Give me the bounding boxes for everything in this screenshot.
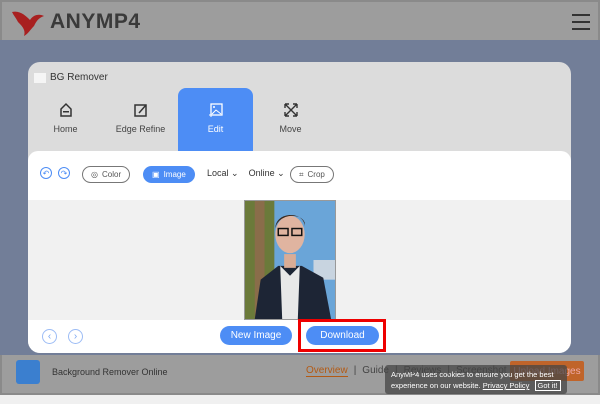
hamburger-icon[interactable] [572,14,590,30]
color-label: Color [101,170,122,179]
crop-label: Crop [307,170,325,179]
local-dropdown[interactable]: Local ⌄ [207,168,239,179]
logo[interactable]: ANYMP4 [10,8,141,36]
new-image-button[interactable]: New Image [220,326,292,345]
background-remover-icon [16,360,40,384]
home-icon [59,102,72,117]
image-icon: ▣ [152,170,160,179]
crop-button[interactable]: ⌗ Crop [290,166,334,183]
tab-label: Home [53,124,78,134]
site-header: ANYMP4 [0,0,600,40]
editor-panel: ↶ ↷ ◎ Color ▣ Image Local ⌄ Online ⌄ ⌗ Crop [28,151,571,353]
previous-icon[interactable]: ‹ [42,329,57,344]
move-icon [283,103,298,117]
tab-label: Move [279,124,302,134]
logo-flame-icon [12,11,44,36]
download-highlight-box [298,319,386,352]
link-overview[interactable]: Overview [306,365,348,377]
brand-name: ANYMP4 [50,10,141,33]
edge-refine-icon [133,104,147,117]
separator: | [447,365,450,376]
separator: | [394,365,398,376]
tab-home[interactable]: Home [28,88,103,152]
app-title-text: BG Remover [50,72,108,83]
privacy-policy-link[interactable]: Privacy Policy [483,381,530,390]
cookie-accept-button[interactable]: Got it! [534,380,561,391]
product-name: Background Remover Online [52,367,168,377]
online-dropdown[interactable]: Online ⌄ [249,168,285,179]
tab-edit[interactable]: Edit [178,88,253,152]
page-content-strip [0,395,600,404]
image-button[interactable]: ▣ Image [143,166,195,183]
link-guide[interactable]: Guide [362,365,389,377]
next-icon[interactable]: › [68,329,83,344]
online-label: Online [248,168,275,178]
portrait-photo[interactable] [244,200,336,320]
undo-icon[interactable]: ↶ [40,167,52,179]
image-label: Image [163,170,186,179]
app-title: BG Remover [34,72,108,83]
tab-label: Edit [207,124,224,134]
chevron-down-icon: ⌄ [277,168,285,178]
bg-remover-modal: BG Remover Home Edge Refine Edit Move ↶ … [28,62,571,353]
image-icon [34,72,46,83]
tab-label: Edge Refine [115,124,166,134]
link-screenshot[interactable]: Screenshot [456,365,507,377]
separator: | [353,365,357,376]
local-label: Local [207,168,229,178]
chevron-down-icon: ⌄ [231,168,239,178]
product-nav: Overview | Guide | Reviews | Screenshot [306,365,507,377]
crop-icon: ⌗ [299,169,304,179]
edit-image-icon [208,103,223,117]
link-reviews[interactable]: Reviews [404,365,442,377]
tab-edge-refine[interactable]: Edge Refine [103,88,178,152]
image-canvas[interactable] [28,200,571,320]
redo-icon[interactable]: ↷ [58,167,70,179]
color-button[interactable]: ◎ Color [82,166,131,183]
tab-move[interactable]: Move [253,88,328,152]
palette-icon: ◎ [91,170,98,179]
